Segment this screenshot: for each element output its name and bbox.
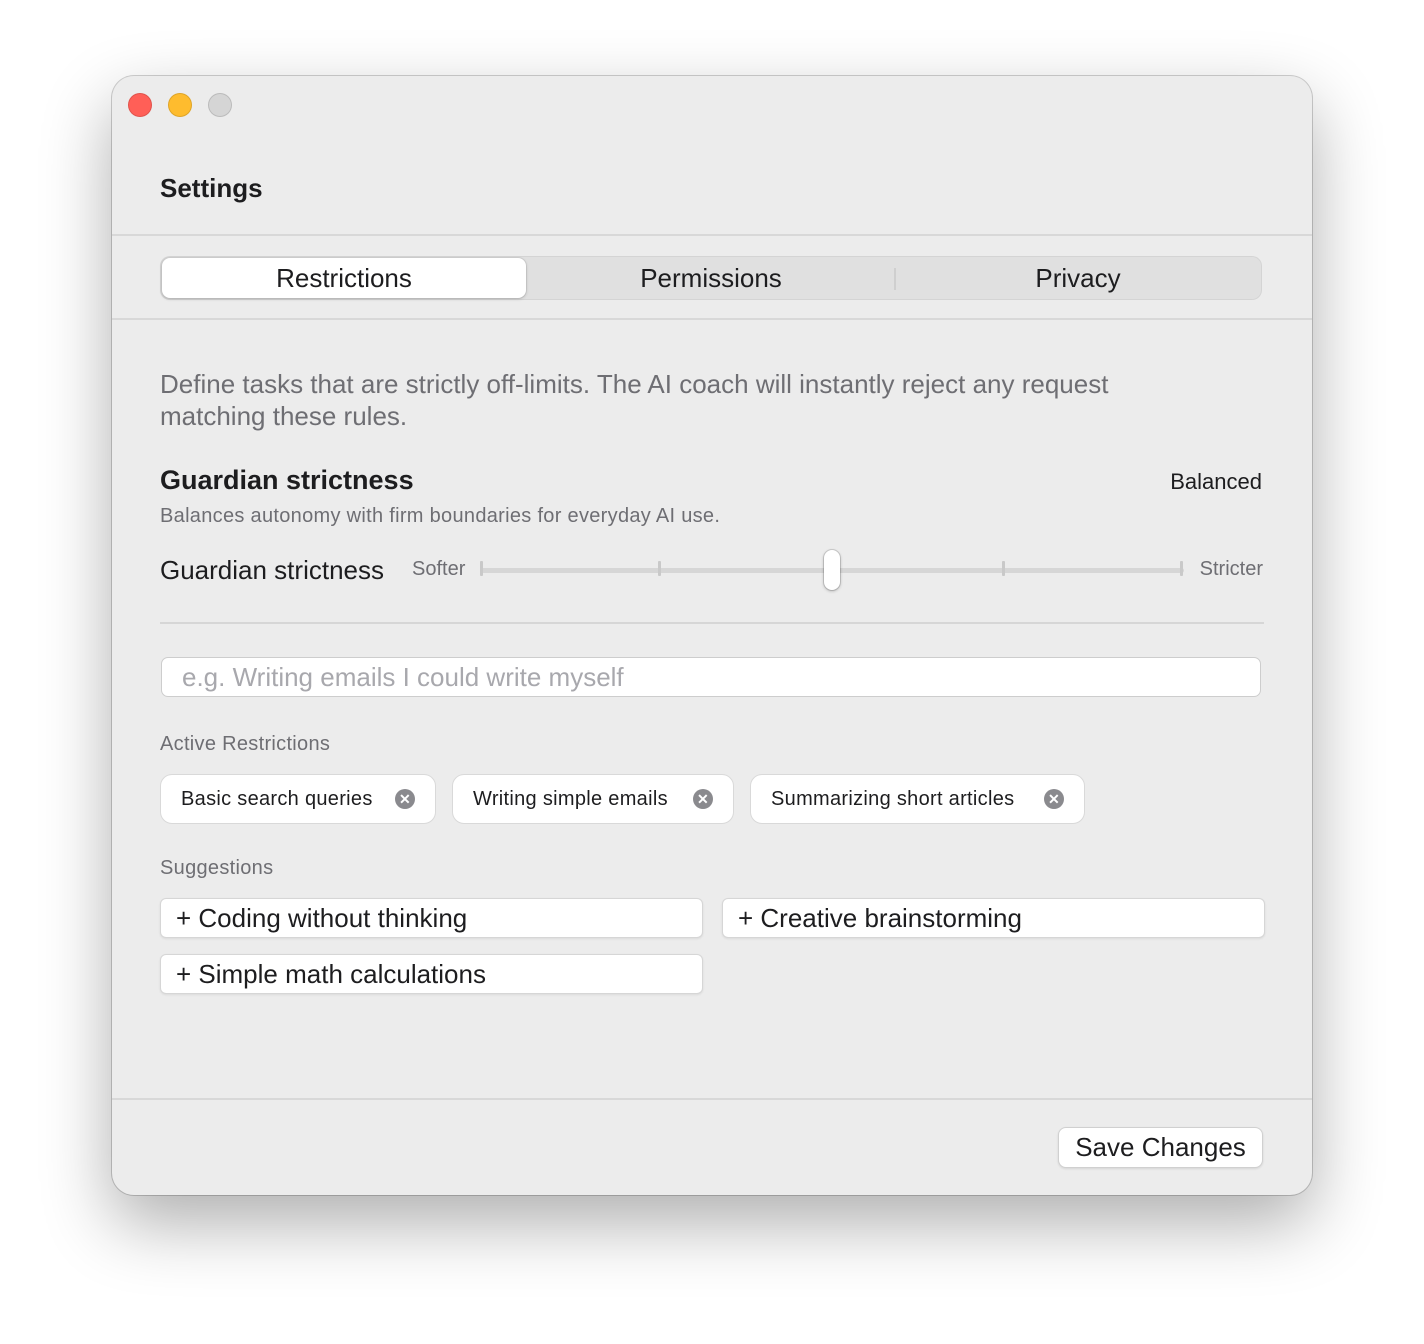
save-changes-button[interactable]: Save Changes (1058, 1127, 1263, 1168)
zoom-icon (208, 93, 232, 117)
suggestion-button[interactable]: + Coding without thinking (160, 898, 703, 938)
slider-tick (1002, 561, 1005, 576)
tab-bar: Restrictions Permissions Privacy (160, 256, 1262, 300)
window-title: Settings (160, 173, 263, 203)
restriction-chip: Basic search queries ✕ (160, 774, 436, 824)
suggestion-button[interactable]: + Simple math calculations (160, 954, 703, 994)
restriction-input[interactable] (161, 657, 1261, 697)
slider-tick (480, 561, 483, 576)
slider-tick (658, 561, 661, 576)
tab-permissions[interactable]: Permissions (528, 258, 894, 298)
minimize-icon[interactable] (168, 93, 192, 117)
footer-divider (112, 1098, 1312, 1100)
tab-privacy[interactable]: Privacy (896, 258, 1260, 298)
chip-label: Basic search queries (181, 787, 373, 810)
restriction-chip: Writing simple emails ✕ (452, 774, 734, 824)
remove-icon[interactable]: ✕ (395, 789, 415, 809)
strictness-subtitle: Balances autonomy with firm boundaries f… (160, 505, 721, 527)
suggestions-label: Suggestions (160, 857, 274, 879)
slider-max-label: Stricter (1199, 558, 1263, 580)
settings-window: Settings Restrictions Permissions Privac… (112, 76, 1312, 1195)
suggestion-button[interactable]: + Creative brainstorming (722, 898, 1265, 938)
strictness-slider-thumb[interactable] (824, 550, 840, 590)
remove-icon[interactable]: ✕ (693, 789, 713, 809)
slider-label: Guardian strictness (160, 555, 384, 585)
slider-min-label: Softer (412, 558, 466, 580)
active-restrictions-label: Active Restrictions (160, 733, 331, 755)
close-icon[interactable] (128, 93, 152, 117)
restrictions-description: Define tasks that are strictly off-limit… (160, 369, 1109, 431)
chip-label: Summarizing short articles (771, 787, 1015, 810)
strictness-title: Guardian strictness (160, 465, 414, 495)
restriction-chip: Summarizing short articles ✕ (750, 774, 1085, 824)
header-divider (112, 234, 1312, 236)
section-divider (160, 622, 1264, 624)
strictness-level: Balanced (1170, 469, 1262, 494)
tabs-divider (112, 318, 1312, 320)
chip-label: Writing simple emails (473, 787, 668, 810)
remove-icon[interactable]: ✕ (1044, 789, 1064, 809)
tab-restrictions[interactable]: Restrictions (162, 258, 526, 298)
slider-tick (1180, 561, 1183, 576)
